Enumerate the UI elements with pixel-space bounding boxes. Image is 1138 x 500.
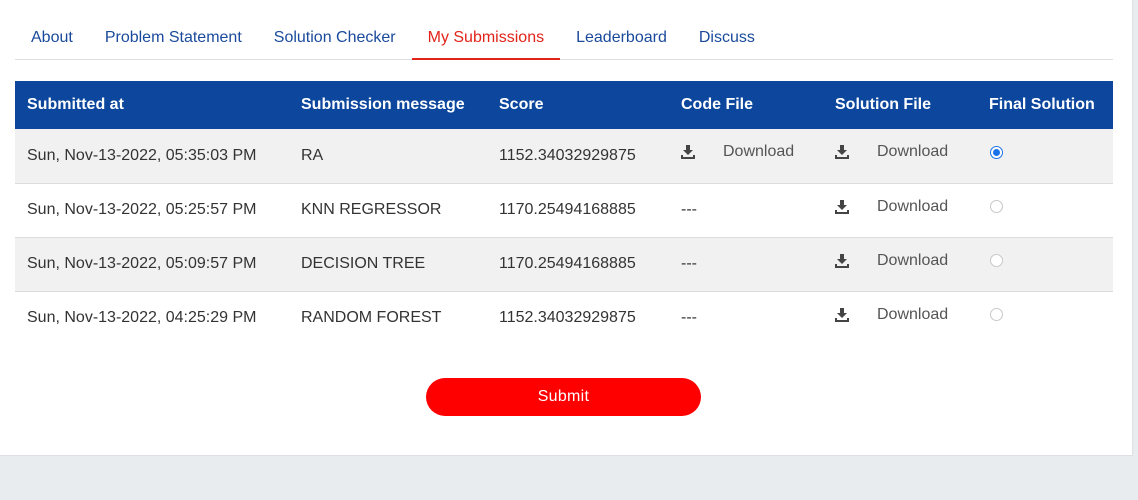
tab-solution-checker[interactable]: Solution Checker [258,18,412,60]
code-file-empty: --- [681,201,697,218]
download-icon[interactable] [835,199,849,214]
cell-final-solution [977,291,1113,345]
cell-score: 1152.34032929875 [499,309,636,327]
final-solution-radio[interactable] [990,254,1003,267]
code-file-download-link[interactable]: Download [723,143,794,161]
code-file-empty: --- [681,255,697,272]
cell-submitted-at: Sun, Nov-13-2022, 05:35:03 PM [27,146,257,164]
header-score: Score [499,96,544,113]
cell-submitted-at: Sun, Nov-13-2022, 04:25:29 PM [27,309,257,327]
table-row: Sun, Nov-13-2022, 05:35:03 PM RA 1152.3403… [15,129,1113,183]
cell-solution-file: Download [823,237,977,291]
solution-file-download-link[interactable]: Download [877,143,948,161]
download-icon[interactable] [835,145,849,160]
cell-score: 1152.34032929875 [499,146,636,164]
cell-code-file: Download [669,129,823,183]
cell-final-solution [977,237,1113,291]
code-file-empty: --- [681,309,697,327]
cell-score: 1170.25494168885 [499,201,636,218]
cell-code-file: --- [669,291,823,345]
table-row: Sun, Nov-13-2022, 05:25:57 PM KNN REGRESS… [15,183,1113,237]
cell-submitted-at: Sun, Nov-13-2022, 05:25:57 PM [27,201,257,218]
cell-solution-file: Download [823,291,977,345]
header-submission-message: Submission message [301,96,465,113]
cell-code-file: --- [669,237,823,291]
cell-final-solution [977,129,1113,183]
solution-file-download-link[interactable]: Download [877,306,948,324]
solution-file-download[interactable]: Download [835,252,948,270]
tab-about[interactable]: About [15,18,89,60]
submissions-card: About Problem Statement Solution Checker… [0,0,1133,456]
solution-file-download-link[interactable]: Download [877,252,948,270]
solution-file-download[interactable]: Download [835,143,948,161]
cell-submitted-at: Sun, Nov-13-2022, 05:09:57 PM [27,255,257,272]
header-solution-file: Solution File [835,96,931,113]
solution-file-download[interactable]: Download [835,198,948,216]
cell-final-solution [977,183,1113,237]
cell-solution-file: Download [823,129,977,183]
cell-submission-message: KNN REGRESSOR [301,201,442,218]
download-icon[interactable] [835,253,849,268]
tab-problem-statement[interactable]: Problem Statement [89,18,258,60]
cell-submission-message: DECISION TREE [301,255,426,272]
tab-my-submissions[interactable]: My Submissions [411,18,561,60]
submit-button[interactable]: Submit [426,378,701,416]
header-code-file: Code File [681,96,754,113]
solution-file-download-link[interactable]: Download [877,198,948,216]
tab-bar: About Problem Statement Solution Checker… [15,18,1113,60]
solution-file-download[interactable]: Download [835,306,948,324]
final-solution-radio[interactable] [990,308,1003,322]
table-header-row: Submitted at Submission message Score Co… [15,81,1113,129]
header-final-solution: Final Solution [989,96,1095,113]
header-submitted-at: Submitted at [27,96,124,113]
cell-submission-message: RANDOM FOREST [301,309,442,327]
tab-leaderboard[interactable]: Leaderboard [560,18,683,60]
final-solution-radio[interactable] [990,145,1003,159]
download-icon[interactable] [681,145,695,160]
table-row: Sun, Nov-13-2022, 05:09:57 PM DECISION TR… [15,237,1113,291]
cell-code-file: --- [669,183,823,237]
cell-submission-message: RA [301,146,324,164]
cell-solution-file: Download [823,183,977,237]
code-file-download[interactable]: Download [681,143,794,161]
download-icon[interactable] [835,307,849,322]
final-solution-radio[interactable] [990,200,1003,213]
cell-score: 1170.25494168885 [499,255,636,272]
submissions-table: Submitted at Submission message Score Co… [15,81,1113,345]
tab-discuss[interactable]: Discuss [683,18,771,60]
table-row: Sun, Nov-13-2022, 04:25:29 PM RANDOM FORE… [15,291,1113,345]
